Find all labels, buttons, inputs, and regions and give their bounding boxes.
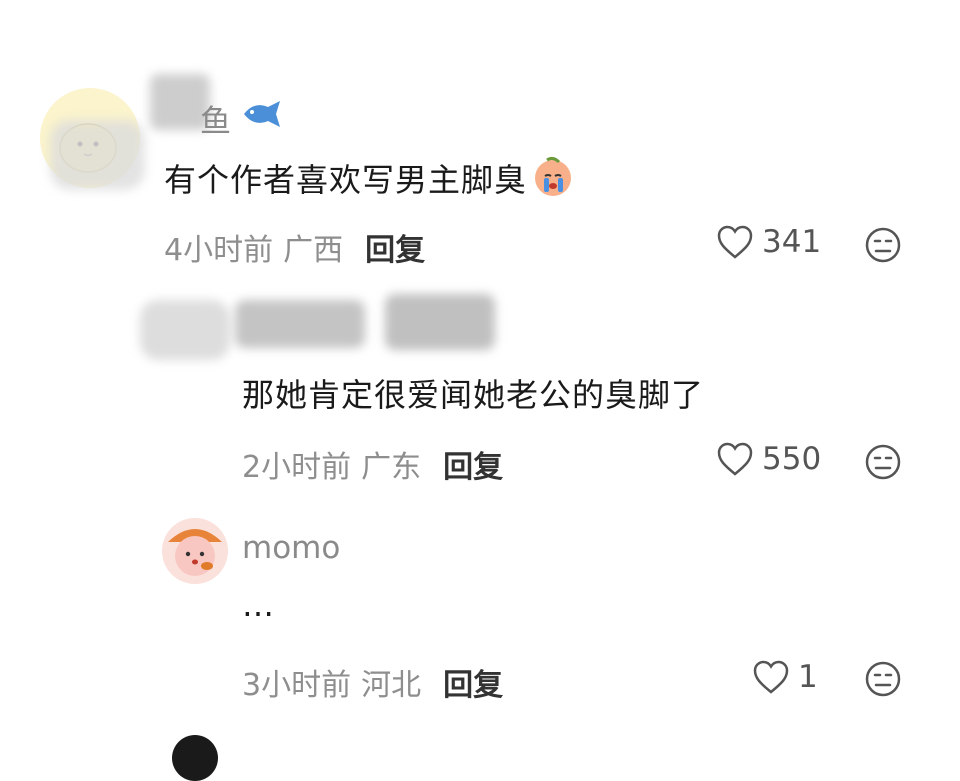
- timestamp: 4小时前: [164, 233, 274, 268]
- comment-text: 有个作者喜欢写男主脚臭: [164, 161, 528, 199]
- neutral-face-icon: [865, 444, 901, 480]
- comment-meta: 3小时前 河北 回复: [242, 660, 503, 704]
- comment-meta: 2小时前 广东 回复: [242, 442, 503, 486]
- username[interactable]: momo: [242, 530, 340, 566]
- heart-icon: [717, 442, 753, 476]
- location: 河北: [361, 668, 422, 703]
- like-count: 550: [762, 441, 822, 477]
- location: 广西: [283, 233, 344, 268]
- next-avatar-partial: [172, 735, 218, 781]
- username-blur: [385, 294, 495, 350]
- comment-body: 有个作者喜欢写男主脚臭: [164, 154, 575, 202]
- like-button[interactable]: 1: [752, 659, 818, 695]
- user-avatar[interactable]: [162, 518, 228, 584]
- username[interactable]: 鱼: [200, 96, 231, 141]
- neutral-face-icon: [865, 661, 901, 697]
- reply-button[interactable]: 回复: [365, 225, 425, 269]
- dislike-button[interactable]: [864, 660, 902, 702]
- fish-icon: [240, 99, 284, 133]
- timestamp: 2小时前: [242, 450, 352, 485]
- avatar-blur: [140, 300, 230, 360]
- like-count: 1: [798, 659, 818, 695]
- neutral-face-icon: [865, 227, 901, 263]
- username-blur: [235, 300, 365, 348]
- reply-button[interactable]: 回复: [443, 442, 503, 486]
- comment-text: 那她肯定很爱闻她老公的臭脚了: [242, 376, 705, 414]
- comment-meta: 4小时前 广西 回复: [164, 225, 425, 269]
- like-count: 341: [762, 224, 822, 260]
- dislike-button[interactable]: [864, 226, 902, 268]
- avatar-blur: [50, 120, 145, 190]
- dislike-button[interactable]: [864, 443, 902, 485]
- like-button[interactable]: 550: [716, 441, 821, 477]
- location: 广东: [361, 450, 422, 485]
- crying-peach-emoji-icon: [531, 154, 575, 202]
- heart-icon: [753, 660, 789, 694]
- timestamp: 3小时前: [242, 668, 352, 703]
- like-button[interactable]: 341: [716, 224, 821, 260]
- heart-icon: [717, 225, 753, 259]
- pink-character-avatar-icon: [162, 518, 228, 584]
- comment-text: …: [242, 586, 275, 624]
- reply-button[interactable]: 回复: [443, 660, 503, 704]
